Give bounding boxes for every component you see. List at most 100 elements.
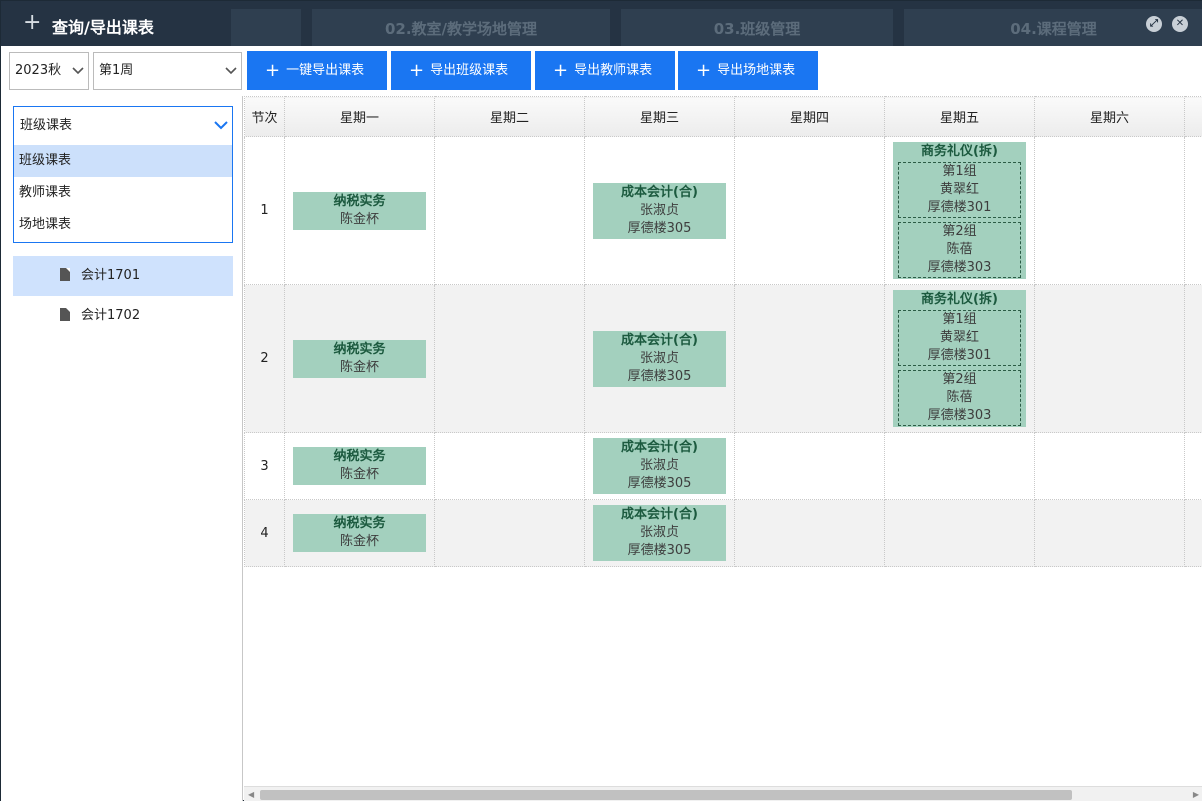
schedule-cell[interactable] — [1184, 284, 1202, 433]
week-select[interactable]: 第1周 — [93, 52, 242, 90]
schedule-cell[interactable] — [1184, 432, 1202, 500]
course-block-split[interactable]: 商务礼仪(拆) 第1组 黄翠红 厚德楼301 第2组 陈蓓 厚德楼303 — [893, 142, 1026, 279]
schedule-cell[interactable] — [434, 499, 585, 567]
schedule-cell[interactable]: 成本会计(合) 张淑贞 厚德楼305 — [584, 136, 735, 285]
schedule-cell[interactable]: 成本会计(合) 张淑贞 厚德楼305 — [584, 284, 735, 433]
chevron-down-icon — [225, 66, 237, 76]
dialog-titlebar[interactable]: 管理 02.教室/教学场地管理 03.班级管理 04.课程管理 + 查询/导出课… — [1, 1, 1202, 46]
class-item-label: 会计1701 — [81, 268, 141, 283]
plus-icon: + — [23, 10, 42, 35]
schedule-cell[interactable] — [434, 136, 585, 285]
group-name: 第1组 — [942, 164, 977, 179]
timetable-grid: 节次 星期一 星期二 星期三 星期四 星期五 星期六 1 纳税实务 陈金杯 成本会… — [244, 96, 1202, 786]
group-teacher: 黄翠红 — [939, 182, 979, 197]
timetable-dialog: 管理 02.教室/教学场地管理 03.班级管理 04.课程管理 + 查询/导出课… — [0, 0, 1202, 801]
schedule-cell[interactable]: 成本会计(合) 张淑贞 厚德楼305 — [584, 432, 735, 500]
schedule-cell[interactable] — [734, 284, 885, 433]
plus-icon: + — [696, 60, 712, 81]
col-header-tue: 星期二 — [434, 96, 585, 137]
scroll-left-icon[interactable]: ◀ — [248, 790, 254, 799]
bg-tab-03[interactable]: 03.班级管理 — [621, 9, 893, 46]
horizontal-scrollbar[interactable]: ◀ ▶ — [244, 786, 1202, 801]
course-block[interactable]: 成本会计(合) 张淑贞 厚德楼305 — [593, 182, 726, 239]
schedule-cell[interactable]: 纳税实务 陈金杯 — [284, 499, 435, 567]
schedule-cell[interactable] — [1184, 499, 1202, 567]
export-room-button[interactable]: + 导出场地课表 — [678, 51, 818, 90]
restore-icon[interactable]: ⤢ — [1146, 16, 1162, 32]
course-block[interactable]: 纳税实务 陈金杯 — [293, 447, 426, 485]
export-teacher-button[interactable]: + 导出教师课表 — [535, 51, 675, 90]
course-teacher: 陈金杯 — [339, 534, 379, 549]
course-teacher: 张淑贞 — [639, 525, 679, 540]
header-row: 节次 星期一 星期二 星期三 星期四 星期五 星期六 — [244, 96, 1202, 137]
col-header-sat: 星期六 — [1034, 96, 1185, 137]
schedule-cell[interactable] — [1034, 499, 1185, 567]
course-teacher: 张淑贞 — [639, 202, 679, 218]
schedule-type-select[interactable]: 班级课表 — [13, 106, 233, 146]
schedule-cell[interactable]: 纳税实务 陈金杯 — [284, 136, 435, 285]
course-name: 商务礼仪(拆) — [921, 144, 998, 159]
option-class-schedule[interactable]: 班级课表 — [14, 145, 232, 177]
group-name: 第2组 — [942, 372, 977, 387]
schedule-cell[interactable] — [434, 432, 585, 500]
class-item-label: 会计1702 — [81, 308, 141, 323]
schedule-type-options: 班级课表 教师课表 场地课表 — [13, 145, 233, 243]
schedule-cell[interactable] — [1034, 284, 1185, 433]
option-teacher-schedule[interactable]: 教师课表 — [14, 177, 232, 209]
bg-tab-02[interactable]: 02.教室/教学场地管理 — [312, 9, 610, 46]
schedule-cell[interactable] — [1034, 136, 1185, 285]
course-block[interactable]: 纳税实务 陈金杯 — [293, 339, 426, 378]
course-group: 第1组 黄翠红 厚德楼301 — [898, 310, 1021, 366]
schedule-cell[interactable] — [434, 284, 585, 433]
course-name: 纳税实务 — [333, 449, 386, 464]
course-block-split[interactable]: 商务礼仪(拆) 第1组 黄翠红 厚德楼301 第2组 陈蓓 厚德楼303 — [893, 290, 1026, 427]
course-name: 成本会计(合) — [621, 440, 698, 455]
class-item-1701[interactable]: 会计1701 — [13, 256, 233, 296]
schedule-cell[interactable] — [734, 136, 885, 285]
course-teacher: 张淑贞 — [639, 458, 679, 473]
table-row: 3 纳税实务 陈金杯 成本会计(合) 张淑贞 厚德楼305 — [244, 432, 1202, 500]
close-icon[interactable]: ✕ — [1172, 16, 1188, 32]
course-block[interactable]: 纳税实务 陈金杯 — [293, 191, 426, 230]
export-class-button[interactable]: + 导出班级课表 — [391, 51, 531, 90]
export-all-label: 一键导出课表 — [286, 63, 365, 78]
term-select[interactable]: 2023秋 — [9, 52, 89, 90]
table-row: 1 纳税实务 陈金杯 成本会计(合) 张淑贞 厚德楼305 商务礼仪(拆) 第1组 黄翠… — [244, 136, 1202, 285]
export-all-button[interactable]: + 一键导出课表 — [247, 51, 387, 90]
col-header-sun — [1184, 96, 1202, 137]
group-name: 第1组 — [942, 312, 977, 327]
schedule-cell[interactable] — [1034, 432, 1185, 500]
scrollbar-thumb[interactable] — [260, 790, 1072, 800]
course-group: 第2组 陈蓓 厚德楼303 — [898, 370, 1021, 426]
schedule-cell[interactable]: 纳税实务 陈金杯 — [284, 284, 435, 433]
course-name: 成本会计(合) — [621, 332, 698, 348]
schedule-cell[interactable] — [884, 499, 1035, 567]
course-block[interactable]: 纳税实务 陈金杯 — [293, 514, 426, 552]
course-block[interactable]: 成本会计(合) 张淑贞 厚德楼305 — [593, 505, 726, 561]
plus-icon: + — [265, 60, 281, 81]
period-cell: 4 — [244, 499, 285, 567]
course-name: 纳税实务 — [333, 193, 386, 209]
course-block[interactable]: 成本会计(合) 张淑贞 厚德楼305 — [593, 330, 726, 387]
schedule-cell[interactable]: 商务礼仪(拆) 第1组 黄翠红 厚德楼301 第2组 陈蓓 厚德楼303 — [884, 284, 1035, 433]
schedule-cell[interactable]: 成本会计(合) 张淑贞 厚德楼305 — [584, 499, 735, 567]
course-group: 第2组 陈蓓 厚德楼303 — [898, 222, 1021, 278]
schedule-cell[interactable] — [734, 432, 885, 500]
group-room: 厚德楼303 — [927, 260, 992, 275]
schedule-cell[interactable] — [734, 499, 885, 567]
group-room: 厚德楼301 — [927, 348, 992, 363]
schedule-cell[interactable]: 商务礼仪(拆) 第1组 黄翠红 厚德楼301 第2组 陈蓓 厚德楼303 — [884, 136, 1035, 285]
option-room-schedule[interactable]: 场地课表 — [14, 209, 232, 241]
group-teacher: 陈蓓 — [946, 242, 973, 257]
course-teacher: 陈金杯 — [339, 467, 379, 482]
schedule-cell[interactable] — [884, 432, 1035, 500]
schedule-cell[interactable]: 纳税实务 陈金杯 — [284, 432, 435, 500]
plus-icon: + — [409, 60, 425, 81]
chevron-down-icon — [72, 66, 84, 76]
timetable: 节次 星期一 星期二 星期三 星期四 星期五 星期六 1 纳税实务 陈金杯 成本会… — [244, 96, 1202, 567]
file-icon — [60, 308, 70, 321]
scroll-right-icon[interactable]: ▶ — [1193, 790, 1199, 799]
course-block[interactable]: 成本会计(合) 张淑贞 厚德楼305 — [593, 438, 726, 494]
class-item-1702[interactable]: 会计1702 — [13, 296, 233, 336]
schedule-cell[interactable] — [1184, 136, 1202, 285]
